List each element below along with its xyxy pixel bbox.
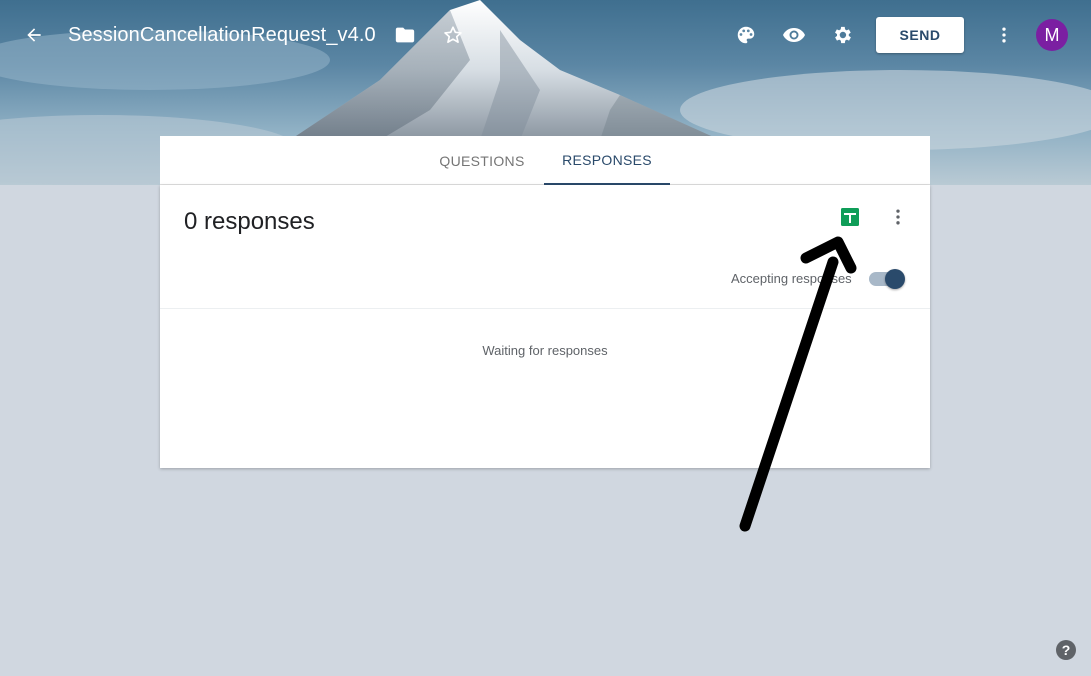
more-vert-icon[interactable] [988,19,1020,51]
response-count: 0 responses [184,208,315,235]
responses-card: 0 responses Accepting responses Waiting … [160,185,930,468]
accepting-toggle[interactable] [885,269,905,289]
send-button[interactable]: SEND [876,17,964,53]
accepting-responses-label: Accepting responses [731,271,852,286]
star-icon[interactable] [437,19,469,51]
sheets-icon[interactable] [834,201,866,233]
palette-icon[interactable] [730,19,762,51]
eye-icon[interactable] [778,19,810,51]
avatar[interactable]: M [1036,19,1068,51]
top-bar: SessionCancellationRequest_v4.0 SEND M [0,0,1091,70]
form-title[interactable]: SessionCancellationRequest_v4.0 [68,24,376,47]
tab-questions[interactable]: QUESTIONS [422,136,542,185]
more-options-icon[interactable] [882,201,914,233]
tab-responses[interactable]: RESPONSES [544,136,670,185]
divider [160,308,930,309]
tab-bar: QUESTIONS RESPONSES [160,136,930,185]
gear-icon[interactable] [826,19,858,51]
back-arrow-icon[interactable] [18,19,50,51]
waiting-message: Waiting for responses [482,343,608,358]
folder-icon[interactable] [389,19,421,51]
help-icon[interactable]: ? [1056,640,1076,660]
